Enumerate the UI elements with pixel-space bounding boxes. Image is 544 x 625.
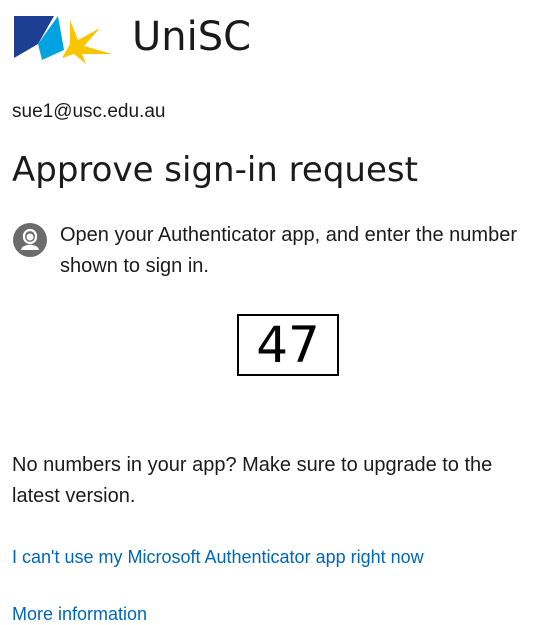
verification-number: 47 (237, 314, 339, 376)
instruction-text: Open your Authenticator app, and enter t… (60, 224, 517, 277)
unisc-logo-mark-icon (14, 16, 112, 64)
signed-in-email: sue1@usc.edu.au (12, 101, 166, 122)
instruction-row: Open your Authenticator app, and enter t… (12, 220, 532, 282)
cant-use-authenticator-link[interactable]: I can't use my Microsoft Authenticator a… (12, 547, 424, 568)
unisc-logo: UniSC (12, 10, 251, 64)
page-title: Approve sign-in request (12, 150, 418, 190)
more-information-link[interactable]: More information (12, 604, 147, 625)
upgrade-note: No numbers in your app? Make sure to upg… (12, 454, 493, 507)
logo-wordmark: UniSC (132, 14, 252, 60)
lock-person-icon (13, 223, 47, 257)
